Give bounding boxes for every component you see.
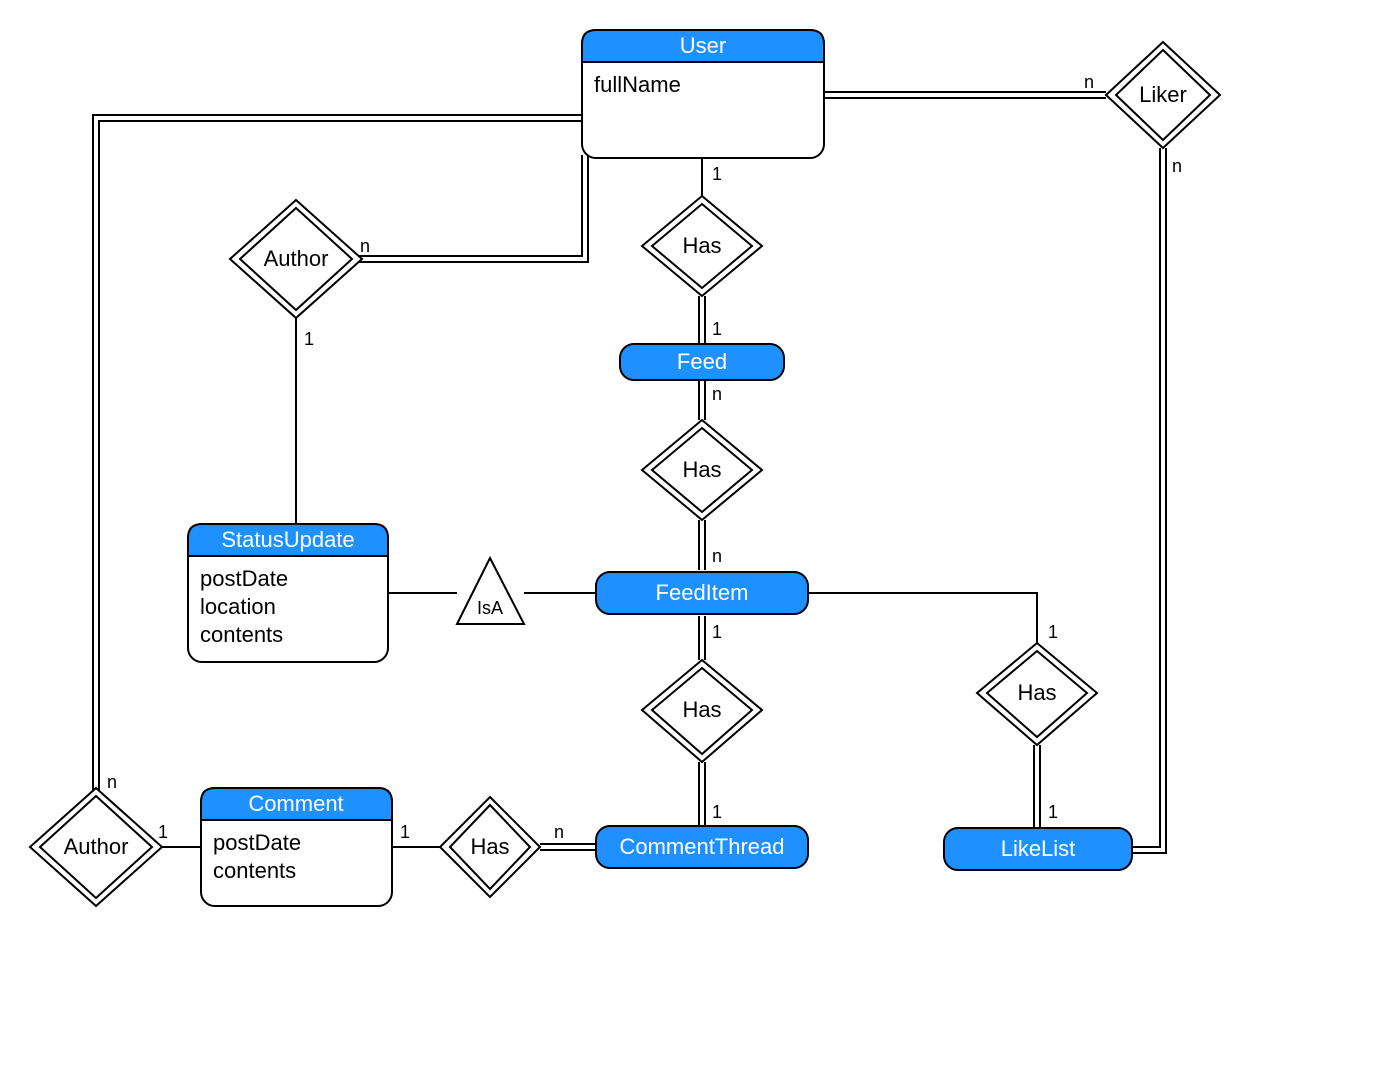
entity-statusupdate-attr-0: postDate (200, 566, 288, 591)
card-feeditem-ll-1: 1 (1048, 622, 1058, 642)
entity-statusupdate-title: StatusUpdate (221, 527, 354, 552)
card-author-status-n: n (360, 236, 370, 256)
entity-likelist: LikeList (944, 828, 1132, 870)
rel-has-user-feed-label: Has (682, 233, 721, 258)
rel-has-user-feed: Has (642, 196, 762, 296)
card-liker-likelist-n: n (1172, 156, 1182, 176)
entity-comment-title: Comment (248, 791, 343, 816)
card-feed-n: n (712, 384, 722, 404)
rel-liker-label: Liker (1139, 82, 1187, 107)
er-diagram: 1 1 n n 1 1 n 1 1 n 1 n n n 1 1 User ful… (0, 0, 1398, 1068)
entity-user-attr-0: fullName (594, 72, 681, 97)
rel-has-ct-comment: Has (440, 797, 540, 897)
card-liker-user-n: n (1084, 72, 1094, 92)
rel-has-feeditem-likelist: Has (977, 643, 1097, 745)
card-author-comment-n: n (107, 772, 117, 792)
card-author-comment-1: 1 (158, 822, 168, 842)
entity-user: User fullName (582, 30, 824, 158)
rel-author-comment: Author (30, 788, 162, 906)
entity-comment: Comment postDate contents (201, 788, 392, 906)
entity-feeditem: FeedItem (596, 572, 808, 614)
rel-isa: IsA (457, 558, 524, 624)
card-author-status-1: 1 (304, 329, 314, 349)
rel-author-status-label: Author (264, 246, 329, 271)
card-user-has: 1 (712, 164, 722, 184)
card-ll-1: 1 (1048, 802, 1058, 822)
entity-user-title: User (680, 33, 726, 58)
rel-has-feed-feeditem: Has (642, 420, 762, 520)
entity-commentthread: CommentThread (596, 826, 808, 868)
rel-liker: Liker (1106, 42, 1220, 148)
rel-has-feeditem-likelist-label: Has (1017, 680, 1056, 705)
entity-feeditem-title: FeedItem (656, 580, 749, 605)
entity-likelist-title: LikeList (1001, 836, 1076, 861)
entity-statusupdate: StatusUpdate postDate location contents (188, 524, 388, 662)
entity-feed: Feed (620, 344, 784, 380)
card-ct-1: 1 (712, 802, 722, 822)
rel-isa-label: IsA (477, 598, 503, 618)
card-feed-has-user: 1 (712, 319, 722, 339)
entity-statusupdate-attr-1: location (200, 594, 276, 619)
card-feeditem-n: n (712, 546, 722, 566)
entity-feed-title: Feed (677, 349, 727, 374)
card-feeditem-ct-1: 1 (712, 622, 722, 642)
entity-statusupdate-attr-2: contents (200, 622, 283, 647)
rel-author-status: Author (230, 200, 362, 318)
entity-comment-attr-0: postDate (213, 830, 301, 855)
rel-author-comment-label: Author (64, 834, 129, 859)
connectors (93, 92, 1166, 853)
card-ct-comment-n: n (554, 822, 564, 842)
rel-has-feeditem-ct: Has (642, 660, 762, 762)
entity-commentthread-title: CommentThread (619, 834, 784, 859)
rel-has-feeditem-ct-label: Has (682, 697, 721, 722)
rel-has-ct-comment-label: Has (470, 834, 509, 859)
rel-has-feed-feeditem-label: Has (682, 457, 721, 482)
card-comment-1: 1 (400, 822, 410, 842)
entity-comment-attr-1: contents (213, 858, 296, 883)
